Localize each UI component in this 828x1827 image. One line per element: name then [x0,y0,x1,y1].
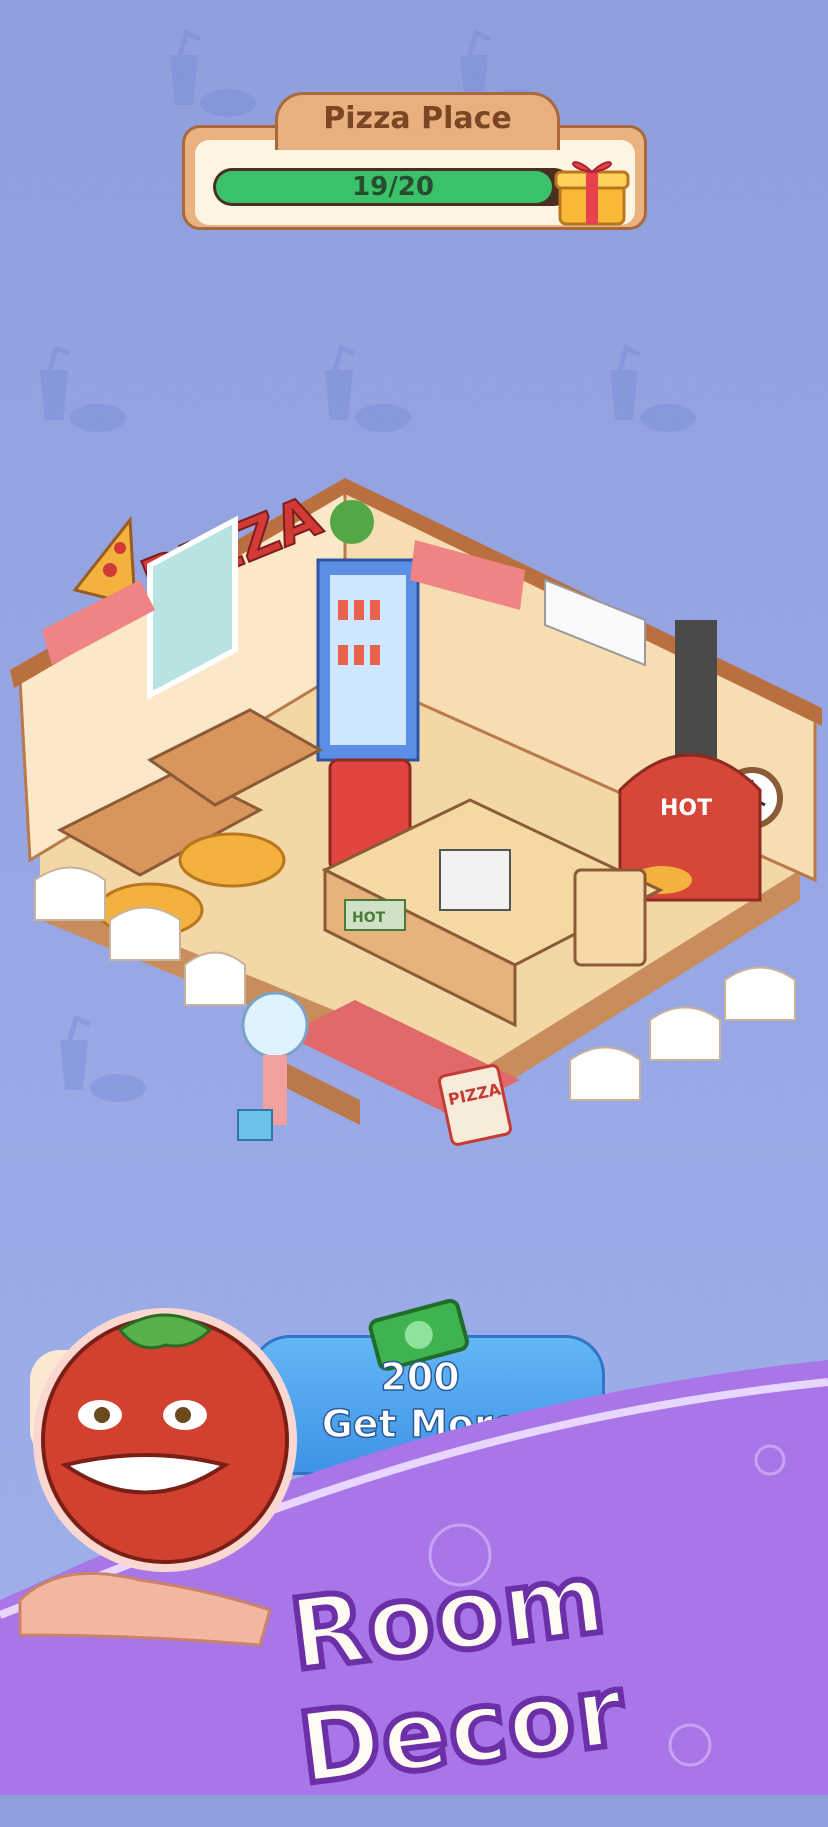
progress-text: 19/20 [352,172,434,202]
room-scene[interactable]: PIZZA HOT HOT PIZZA [0,460,828,1250]
cup-burger-icon [610,344,696,432]
oven-label: HOT [660,796,712,821]
cup-burger-icon [325,344,411,432]
gift-icon[interactable] [552,150,632,228]
cup-burger-icon [40,344,126,432]
cup-burger-icon [170,29,256,117]
counter-label: HOT [352,910,386,926]
page-title: Pizza Place [323,101,512,136]
